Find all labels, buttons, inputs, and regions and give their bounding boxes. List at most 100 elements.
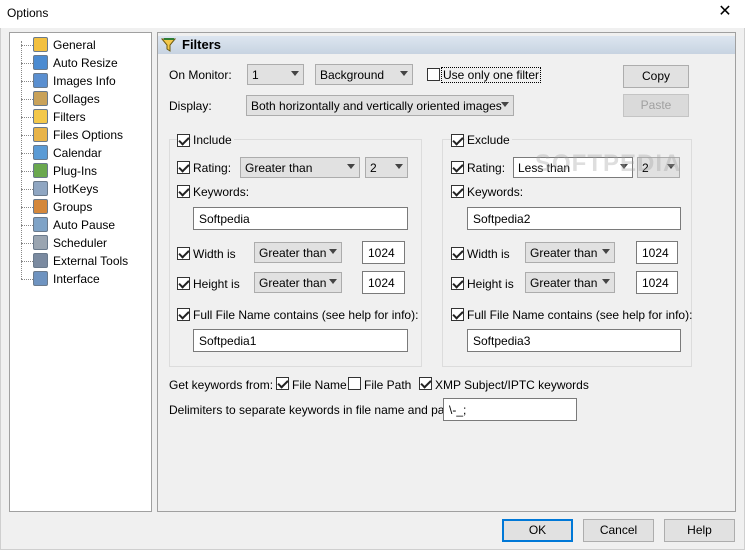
include-width-input[interactable]: 1024 (362, 241, 405, 264)
tree-item-files-options[interactable]: Files Options (10, 126, 150, 144)
close-icon[interactable]: ✕ (716, 3, 734, 21)
display-select[interactable]: Both horizontally and vertically oriente… (246, 95, 514, 116)
monitor-select[interactable]: 1 (247, 64, 304, 85)
include-keywords-checkbox[interactable] (177, 185, 190, 198)
tree-connector (21, 261, 33, 262)
include-keywords-label: Keywords: (193, 185, 250, 199)
include-label: Include (191, 133, 234, 147)
tree-connector (21, 63, 33, 64)
tree-connector (21, 207, 33, 208)
exclude-width-op-value: Greater than (530, 246, 598, 260)
tree-item-label: Scheduler (53, 236, 108, 250)
tree-item-auto-pause[interactable]: Auto Pause (10, 216, 150, 234)
include-height-checkbox[interactable] (177, 277, 190, 290)
include-rating-op-select[interactable]: Greater than (240, 157, 360, 178)
keywords-from-filename-label: File Name (292, 378, 347, 392)
use-only-one-filter-label[interactable]: Use only one filter (440, 67, 542, 83)
tree-item-label: Plug-Ins (53, 164, 98, 178)
monitor-value: 1 (252, 68, 259, 82)
include-filename-checkbox[interactable] (177, 308, 190, 321)
use-only-one-filter-checkbox[interactable] (427, 68, 440, 81)
include-filename-label: Full File Name contains (see help for in… (193, 308, 419, 322)
tree-connector (21, 135, 33, 136)
tree-item-images-info[interactable]: Images Info (10, 72, 150, 90)
chevron-down-icon (347, 164, 355, 169)
include-rating-value-select[interactable]: 2 (365, 157, 408, 178)
ok-button[interactable]: OK (502, 519, 573, 542)
exclude-width-op-select[interactable]: Greater than (525, 242, 615, 263)
include-checkbox[interactable] (177, 134, 190, 147)
info-icon (33, 73, 48, 88)
window-icon (33, 271, 48, 286)
on-monitor-label: On Monitor: (169, 68, 232, 82)
exclude-keywords-input[interactable]: Softpedia2 (467, 207, 681, 230)
pencil-icon (33, 37, 48, 52)
delimiters-label: Delimiters to separate keywords in file … (169, 403, 458, 417)
exclude-keywords-checkbox[interactable] (451, 185, 464, 198)
include-width-checkbox[interactable] (177, 247, 190, 260)
exclude-height-input[interactable]: 1024 (636, 271, 678, 294)
tree-item-label: Collages (53, 92, 100, 106)
exclude-height-op-select[interactable]: Greater than (525, 272, 615, 293)
tree-item-label: Filters (53, 110, 86, 124)
tree-item-label: Files Options (53, 128, 124, 142)
keywords-from-filepath-checkbox[interactable] (348, 377, 361, 390)
delimiters-input[interactable]: \-_; (443, 398, 577, 421)
options-tree[interactable]: General Auto Resize Images Info Collages Fil… (9, 32, 152, 512)
panel-header (158, 36, 735, 54)
collage-icon (33, 91, 48, 106)
help-button[interactable]: Help (664, 519, 735, 542)
tree-item-collages[interactable]: Collages (10, 90, 150, 108)
include-rating-checkbox[interactable] (177, 161, 190, 174)
softpedia-watermark: SOFTPEDIA (535, 150, 682, 177)
keywords-from-filename-checkbox[interactable] (276, 377, 289, 390)
exclude-width-checkbox[interactable] (451, 247, 464, 260)
tree-connector (21, 279, 33, 280)
tree-item-groups[interactable]: Groups (10, 198, 150, 216)
chevron-down-icon (501, 102, 509, 107)
exclude-checkbox[interactable] (451, 134, 464, 147)
files-icon (33, 127, 48, 142)
cancel-button[interactable]: Cancel (583, 519, 654, 542)
wrench-icon (33, 253, 48, 268)
tree-item-interface[interactable]: Interface (10, 270, 150, 288)
exclude-width-input[interactable]: 1024 (636, 241, 678, 264)
tree-item-label: Interface (53, 272, 100, 286)
keywords-from-label: Get keywords from: (169, 378, 274, 392)
exclude-filename-checkbox[interactable] (451, 308, 464, 321)
include-height-label: Height is (193, 277, 240, 291)
filter-icon (161, 38, 176, 52)
tree-item-external-tools[interactable]: External Tools (10, 252, 150, 270)
pause-icon (33, 217, 48, 232)
tree-item-scheduler[interactable]: Scheduler (10, 234, 150, 252)
tree-item-label: Images Info (53, 74, 116, 88)
include-rating-op-value: Greater than (245, 161, 313, 175)
tree-item-filters[interactable]: Filters (10, 108, 150, 126)
calendar-icon (33, 145, 48, 160)
include-filename-input[interactable]: Softpedia1 (193, 329, 408, 352)
display-label: Display: (169, 99, 212, 113)
exclude-filename-input[interactable]: Softpedia3 (467, 329, 681, 352)
copy-button[interactable]: Copy (623, 65, 689, 88)
exclude-height-checkbox[interactable] (451, 277, 464, 290)
paste-button[interactable]: Paste (623, 94, 689, 117)
tree-item-general[interactable]: General (10, 36, 150, 54)
tree-item-plug-ins[interactable]: Plug-Ins (10, 162, 150, 180)
filter-icon (33, 109, 48, 124)
include-width-op-select[interactable]: Greater than (254, 242, 342, 263)
include-height-input[interactable]: 1024 (362, 271, 405, 294)
exclude-rating-checkbox[interactable] (451, 161, 464, 174)
tree-connector (21, 189, 33, 190)
tree-item-auto-resize[interactable]: Auto Resize (10, 54, 150, 72)
tree-item-calendar[interactable]: Calendar (10, 144, 150, 162)
include-keywords-input[interactable]: Softpedia (193, 207, 408, 230)
keywords-from-xmp-checkbox[interactable] (419, 377, 432, 390)
tree-item-hotkeys[interactable]: HotKeys (10, 180, 150, 198)
resize-icon (33, 55, 48, 70)
tree-connector (21, 99, 33, 100)
layer-select[interactable]: Background (315, 64, 413, 85)
include-height-op-select[interactable]: Greater than (254, 272, 342, 293)
keywords-from-xmp-label: XMP Subject/IPTC keywords (435, 378, 589, 392)
tree-connector (21, 153, 33, 154)
chevron-down-icon (329, 249, 337, 254)
